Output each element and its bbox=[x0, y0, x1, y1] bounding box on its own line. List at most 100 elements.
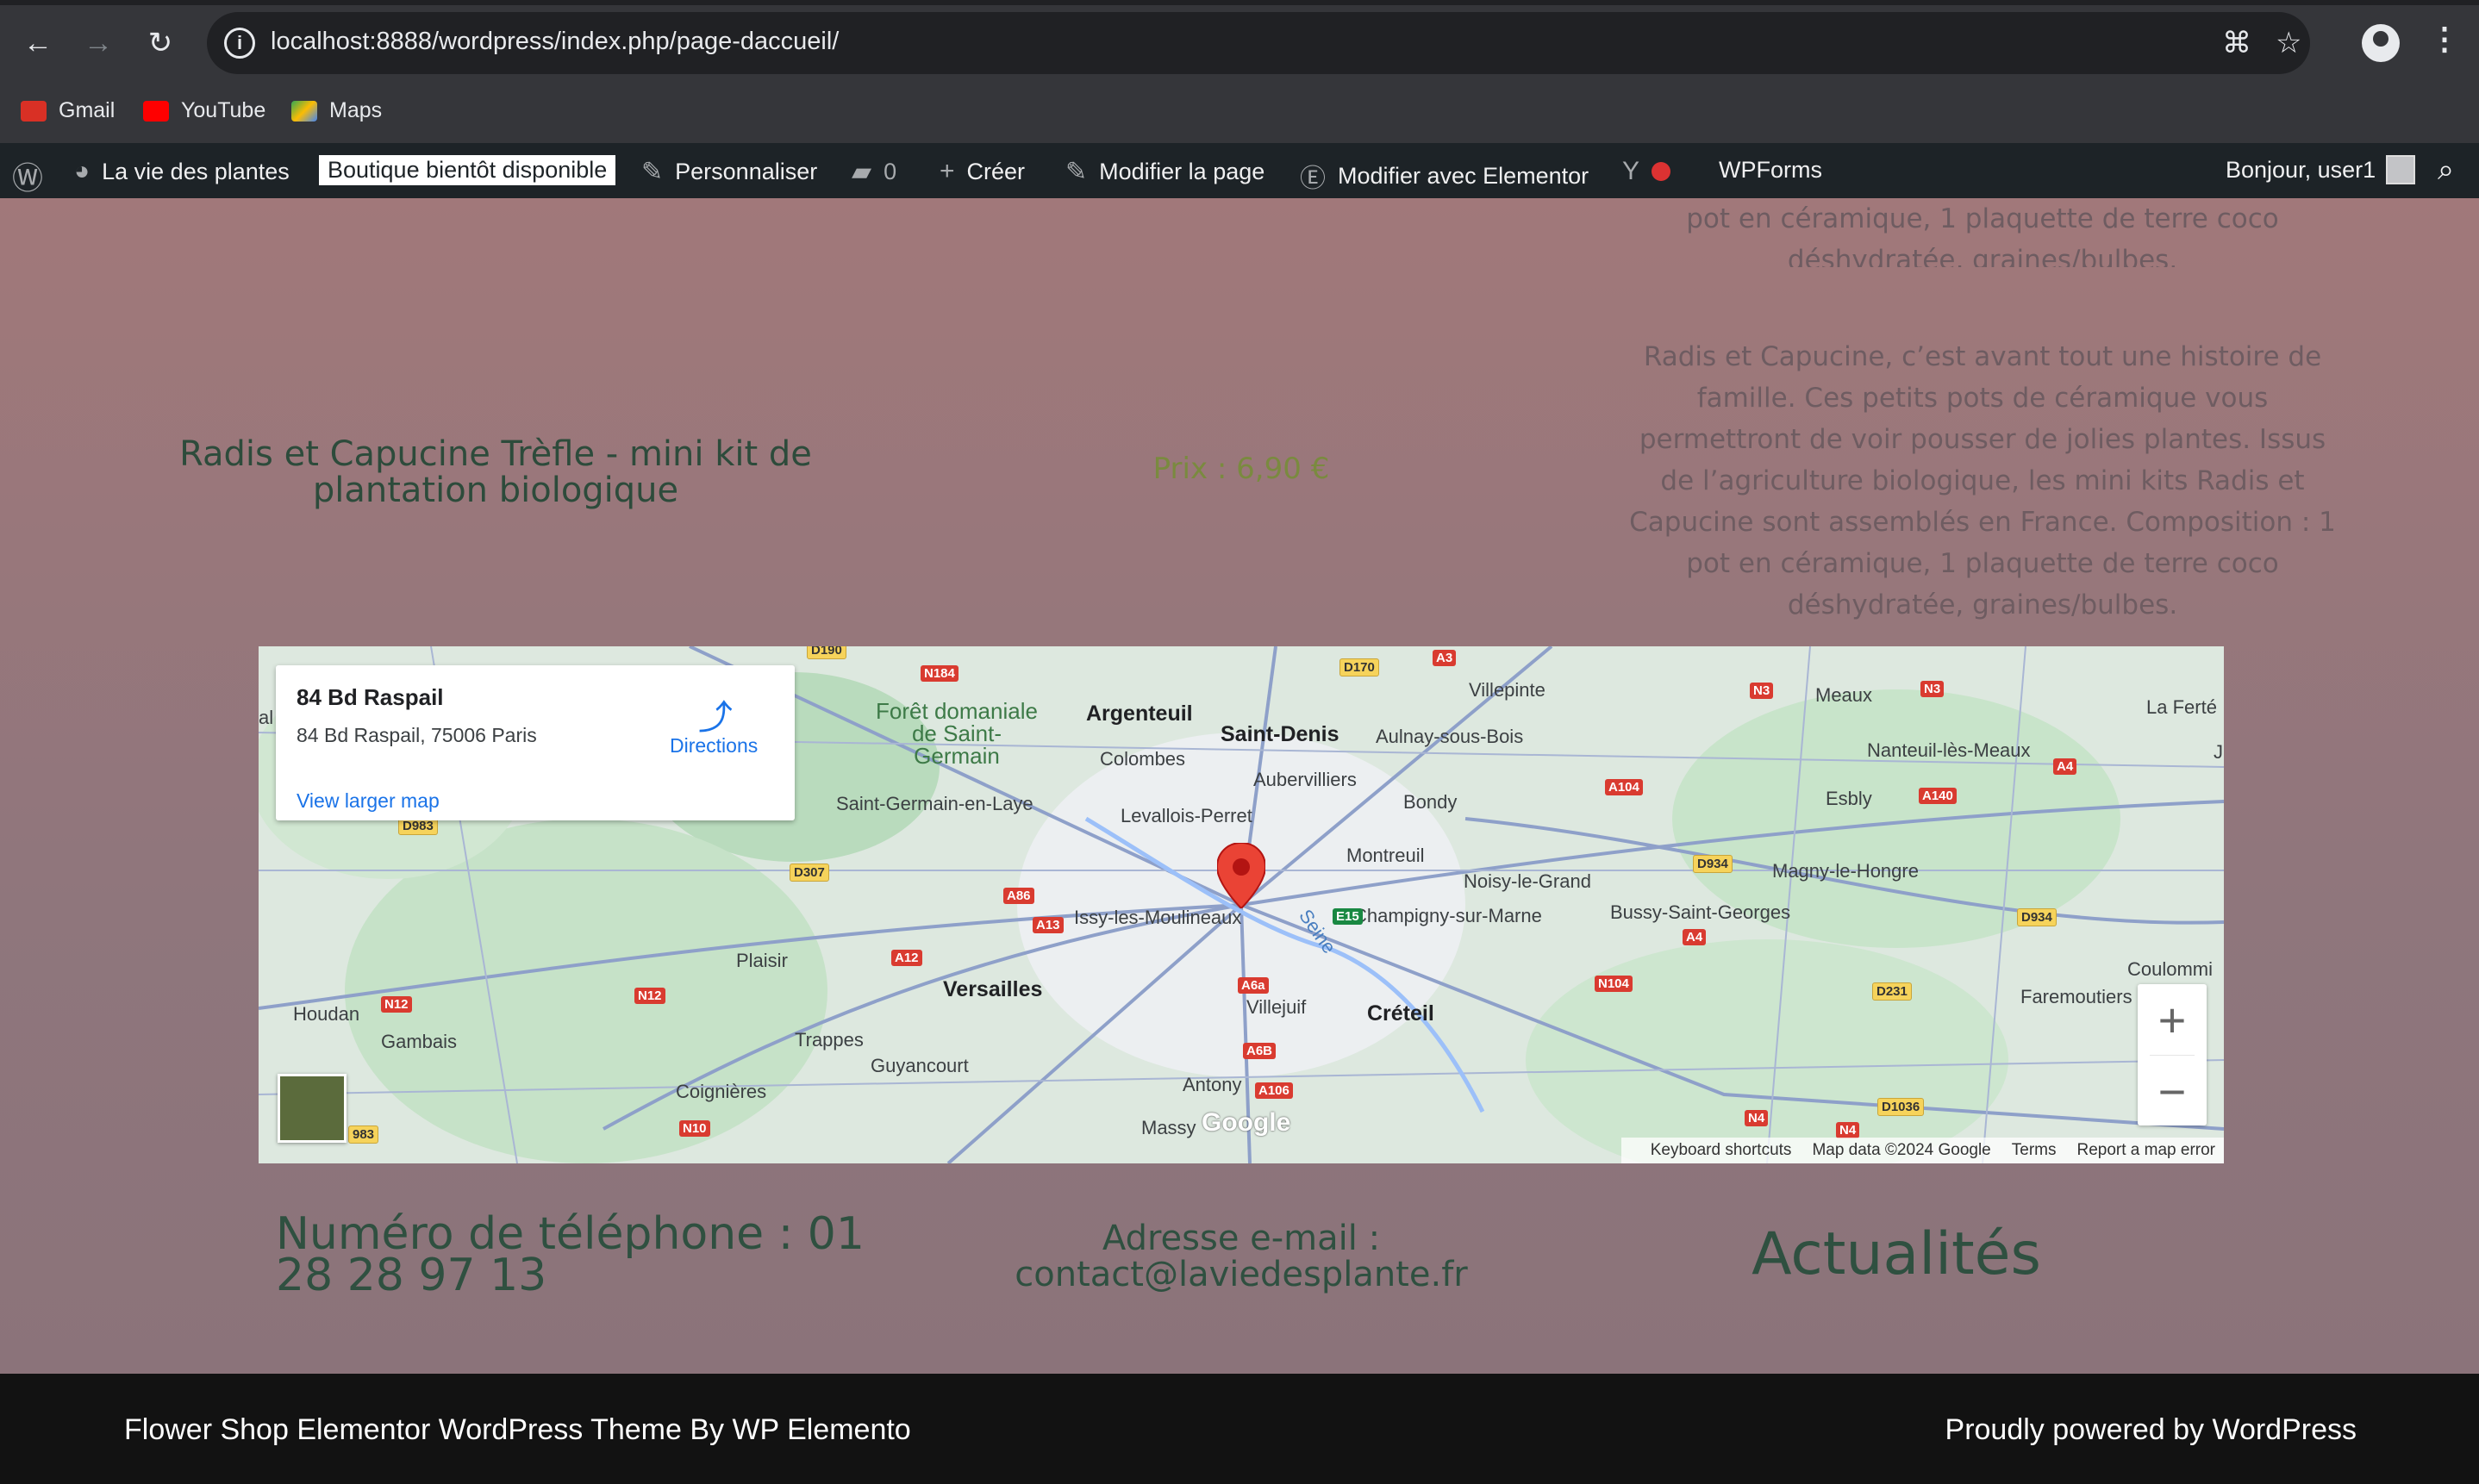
map-label: Nanteuil-lès-Meaux bbox=[1867, 739, 2031, 761]
menu-kebab-icon[interactable]: ⋮ bbox=[2429, 21, 2460, 57]
directions-link[interactable]: Directions bbox=[670, 734, 758, 758]
map-label: Coulommi bbox=[2127, 958, 2214, 980]
road-shield: A106 bbox=[1255, 1082, 1293, 1099]
satellite-toggle[interactable] bbox=[278, 1074, 347, 1143]
footer-theme-credit[interactable]: Flower Shop Elementor WordPress Theme By… bbox=[124, 1413, 911, 1447]
road-shield: N3 bbox=[1920, 681, 1945, 697]
footer-powered-by[interactable]: Proudly powered by WordPress bbox=[1945, 1413, 2357, 1447]
report-error-link[interactable]: Report a map error bbox=[2076, 1141, 2215, 1160]
site-info-icon[interactable]: i bbox=[224, 28, 255, 59]
map-label: Bondy bbox=[1403, 791, 1458, 813]
forward-icon[interactable]: → bbox=[79, 24, 117, 62]
admin-boutique-notice[interactable]: Boutique bientôt disponible bbox=[319, 155, 616, 185]
map-label: Antony bbox=[1183, 1074, 1242, 1095]
gmail-icon bbox=[21, 100, 47, 122]
email-address: Adresse e-mail : contact@laviedesplante.… bbox=[1015, 1219, 1468, 1294]
translate-icon[interactable]: ⌘ bbox=[2222, 26, 2251, 60]
map-label: Plaisir bbox=[736, 950, 788, 971]
admin-site-name[interactable]: ◕ La vie des plantes bbox=[74, 157, 290, 186]
yoast-icon: Y bbox=[1622, 157, 1640, 185]
site-footer: Flower Shop Elementor WordPress Theme By… bbox=[0, 1374, 2479, 1484]
road-shield: D190 bbox=[807, 646, 846, 659]
google-logo: Google bbox=[1202, 1108, 1291, 1137]
view-larger-map-link[interactable]: View larger map bbox=[297, 789, 440, 813]
road-shield: D231 bbox=[1872, 982, 1912, 1001]
browser-toolbar: ← → ↻ i localhost:8888/wordpress/index.p… bbox=[0, 0, 2479, 86]
map-label: Houdan bbox=[293, 1003, 360, 1025]
road-shield: A6B bbox=[1243, 1043, 1277, 1059]
map-data-text: Map data ©2024 Google bbox=[1812, 1141, 1991, 1159]
zoom-controls: + − bbox=[2138, 984, 2207, 1125]
address-bar[interactable]: i localhost:8888/wordpress/index.php/pag… bbox=[207, 12, 2310, 74]
map-label: Massy bbox=[1141, 1117, 1196, 1138]
bookmark-star-icon[interactable]: ☆ bbox=[2276, 26, 2301, 60]
google-map[interactable]: Argenteuil Saint-Denis Colombes Aubervil… bbox=[259, 646, 2224, 1163]
bookmark-gmail[interactable]: Gmail bbox=[21, 98, 115, 123]
directions-icon[interactable]: ⤴ bbox=[698, 689, 733, 739]
admin-wpforms[interactable]: WPForms bbox=[1719, 157, 1822, 184]
road-shield: D307 bbox=[790, 864, 829, 882]
place-address: 84 Bd Raspail, 75006 Paris bbox=[297, 724, 537, 746]
map-label: Gambais bbox=[381, 1031, 458, 1052]
map-label: Forêt domaniale de Saint-Germain bbox=[876, 698, 1038, 769]
admin-customize[interactable]: ✎ Personnaliser bbox=[641, 157, 817, 187]
road-shield: N12 bbox=[381, 996, 412, 1013]
back-icon[interactable]: ← bbox=[19, 24, 57, 62]
admin-new[interactable]: + Créer bbox=[940, 157, 1025, 186]
keyboard-shortcuts-link[interactable]: Keyboard shortcuts bbox=[1651, 1141, 1792, 1160]
road-shield: N4 bbox=[1745, 1110, 1769, 1126]
map-label: Villejuif bbox=[1246, 996, 1307, 1018]
map-label: Levallois-Perret bbox=[1121, 805, 1252, 826]
map-label: J bbox=[2214, 741, 2223, 763]
page-content: pot en céramique, 1 plaquette de terre c… bbox=[0, 198, 2479, 1374]
map-label: La Ferté bbox=[2146, 696, 2217, 718]
road-shield: A12 bbox=[891, 950, 922, 966]
map-label: Trappes bbox=[795, 1029, 864, 1051]
bookmarks-bar: Gmail YouTube Maps bbox=[0, 86, 2479, 143]
map-label: Bussy-Saint-Georges bbox=[1610, 901, 1791, 923]
location-pin-icon[interactable] bbox=[1217, 843, 1265, 908]
product-description: Radis et Capucine, c’est avant tout une … bbox=[1629, 341, 2336, 620]
map-label: Villepinte bbox=[1469, 679, 1545, 701]
map-label: Saint-Germain-en-Laye bbox=[836, 793, 1033, 814]
admin-edit-page[interactable]: ✎ Modifier la page bbox=[1065, 157, 1264, 187]
profile-icon[interactable] bbox=[2362, 24, 2400, 62]
admin-search-icon[interactable]: ⌕ bbox=[2438, 153, 2454, 187]
road-shield: N184 bbox=[921, 665, 959, 682]
comment-icon: ▰ bbox=[852, 158, 872, 186]
map-label: Champigny-sur-Marne bbox=[1353, 905, 1542, 926]
admin-account[interactable]: Bonjour, user1 bbox=[2226, 155, 2416, 184]
road-shield: A3 bbox=[1433, 650, 1457, 666]
product-price: Prix : 6,90 € bbox=[1152, 452, 1330, 486]
road-shield: A140 bbox=[1919, 788, 1957, 804]
zoom-out-button[interactable]: − bbox=[2138, 1056, 2207, 1126]
maps-icon bbox=[291, 100, 317, 122]
url-text[interactable]: localhost:8888/wordpress/index.php/page-… bbox=[271, 28, 839, 56]
seo-status-dot-icon bbox=[1652, 162, 1671, 181]
map-label: Coignières bbox=[676, 1081, 767, 1102]
map-label: Colombes bbox=[1100, 748, 1186, 770]
wordpress-logo-icon[interactable]: Ⓦ bbox=[12, 153, 43, 198]
road-shield: D170 bbox=[1339, 658, 1379, 677]
place-title: 84 Bd Raspail bbox=[297, 684, 444, 710]
news-heading: Actualités bbox=[1752, 1220, 2041, 1288]
admin-yoast[interactable]: Y bbox=[1622, 157, 1671, 186]
road-shield: A4 bbox=[2053, 758, 2077, 775]
admin-elementor[interactable]: Ⓔ Modifier avec Elementor bbox=[1300, 157, 1589, 195]
dashboard-icon: ◕ bbox=[74, 157, 91, 185]
zoom-in-button[interactable]: + bbox=[2138, 984, 2207, 1055]
admin-comments[interactable]: ▰ 0 bbox=[852, 157, 896, 187]
road-shield: D934 bbox=[1693, 855, 1733, 873]
road-shield: A104 bbox=[1605, 779, 1643, 795]
road-shield: D1036 bbox=[1877, 1098, 1925, 1116]
map-label: Faremoutiers bbox=[2020, 986, 2132, 1007]
product-title: Radis et Capucine Trèfle - mini kit de p… bbox=[179, 434, 812, 510]
bookmark-maps[interactable]: Maps bbox=[291, 98, 382, 123]
map-label: Saint-Denis bbox=[1221, 722, 1339, 746]
map-label: Argenteuil bbox=[1086, 701, 1193, 726]
terms-link[interactable]: Terms bbox=[2012, 1141, 2057, 1160]
map-label: Noisy-le-Grand bbox=[1464, 870, 1591, 892]
youtube-icon bbox=[143, 100, 169, 122]
bookmark-youtube[interactable]: YouTube bbox=[143, 98, 265, 123]
reload-icon[interactable]: ↻ bbox=[141, 24, 179, 62]
